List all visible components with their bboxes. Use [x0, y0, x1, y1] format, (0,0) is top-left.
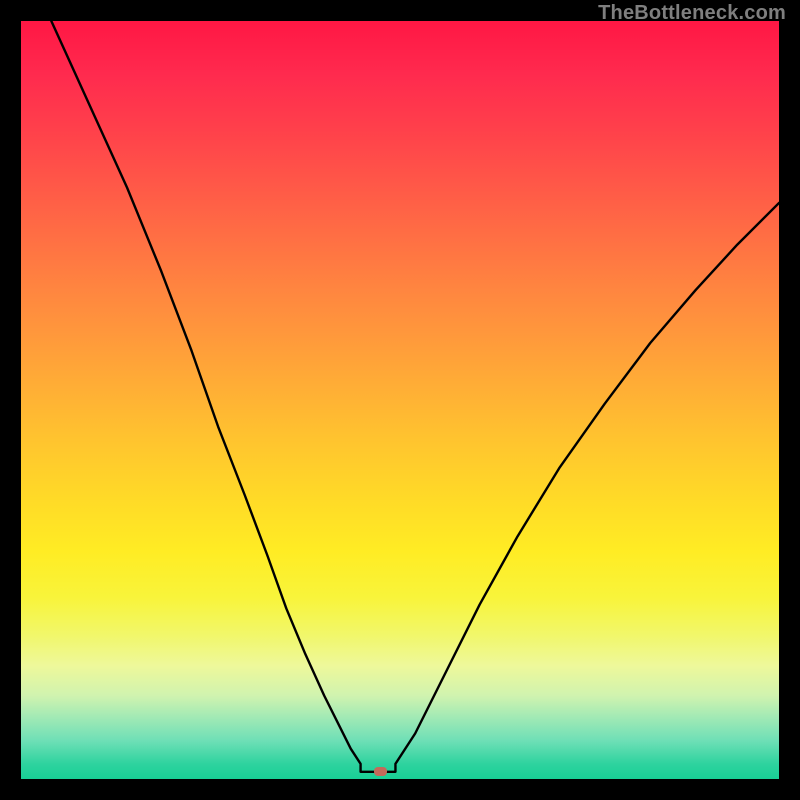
optimum-marker — [374, 767, 387, 776]
chart-root: TheBottleneck.com — [0, 0, 800, 800]
plot-area — [21, 21, 779, 779]
bottleneck-curve — [51, 21, 779, 772]
curve-svg — [21, 21, 779, 779]
